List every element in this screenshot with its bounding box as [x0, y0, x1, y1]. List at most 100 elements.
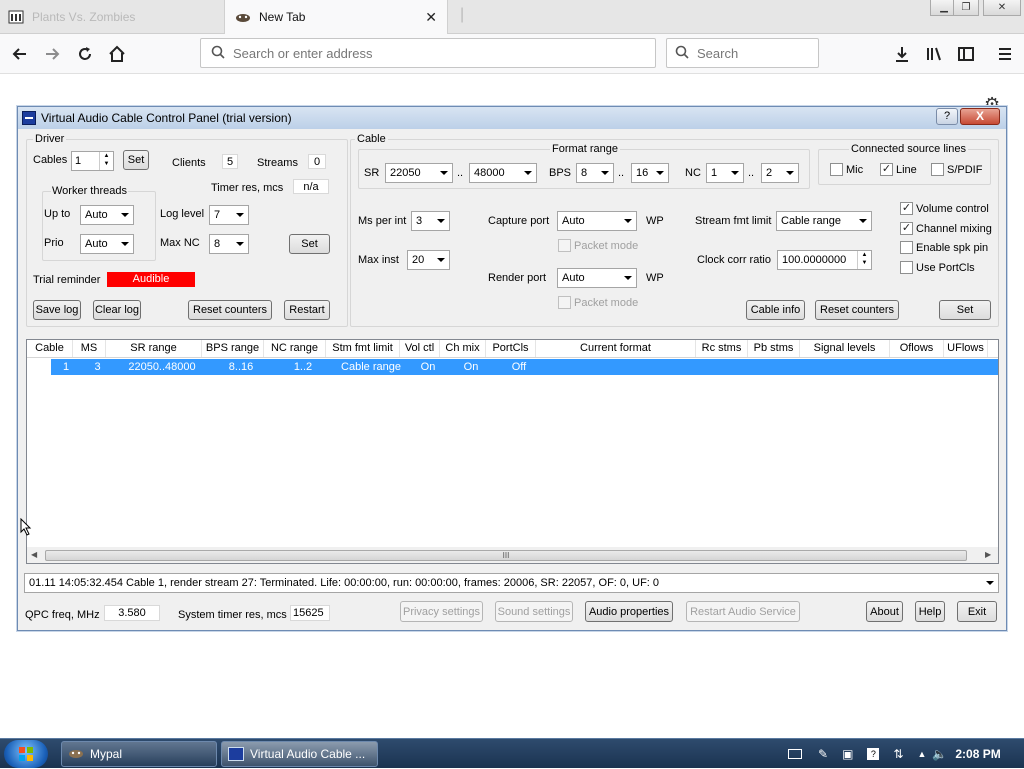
audio-properties-button[interactable]: Audio properties [585, 601, 673, 622]
sidebar-icon[interactable] [954, 42, 978, 66]
restart-button[interactable]: Restart [284, 300, 330, 320]
network-icon[interactable]: ▣ [842, 747, 853, 761]
clear-log-button[interactable]: Clear log [93, 300, 141, 320]
scrollbar-thumb[interactable]: III [45, 550, 967, 561]
help-footer-button[interactable]: Help [915, 601, 945, 622]
back-icon[interactable] [8, 42, 32, 66]
stream-fmt-limit-combo[interactable]: Cable range [776, 211, 872, 231]
sound-settings-button[interactable]: Sound settings [495, 601, 573, 622]
restart-audio-service-button[interactable]: Restart Audio Service [686, 601, 800, 622]
column-header[interactable]: Oflows [890, 340, 944, 357]
log-level-combo[interactable]: 7 [209, 205, 249, 225]
scroll-right-icon[interactable]: ▶ [985, 550, 991, 559]
trial-reminder-value[interactable]: Audible [107, 272, 195, 287]
library-icon[interactable] [922, 42, 946, 66]
column-header[interactable]: Rc stms [696, 340, 748, 357]
spinner-arrows-icon[interactable]: ▲ ▼ [857, 251, 871, 269]
sr-min-combo[interactable]: 22050 [385, 163, 453, 183]
enable-spk-pin-checkbox[interactable]: Enable spk pin [900, 241, 988, 254]
privacy-settings-button[interactable]: Privacy settings [400, 601, 483, 622]
table-row[interactable]: 1 3 22050..48000 8..16 1..2 Cable range On On Of… [51, 359, 998, 375]
render-port-combo[interactable]: Auto [557, 268, 637, 288]
tab-new-tab[interactable]: New Tab ✕ [224, 0, 448, 34]
bps-min-combo[interactable]: 8 [576, 163, 614, 183]
column-header[interactable]: Ch mix [440, 340, 486, 357]
taskbar-item-mypal[interactable]: Mypal [61, 741, 217, 767]
search-bar[interactable]: Search [666, 38, 819, 68]
ms-per-int-combo[interactable]: 3 [411, 211, 450, 231]
sr-max-combo[interactable]: 48000 [469, 163, 537, 183]
forward-icon[interactable] [40, 42, 64, 66]
cables-table[interactable]: Cable MS SR range BPS range NC range Stm fmt … [26, 339, 999, 564]
max-inst-combo[interactable]: 20 [407, 250, 450, 270]
nc-min-combo[interactable]: 1 [706, 163, 744, 183]
cables-spinner[interactable]: 1 ▲ ▼ [71, 151, 114, 171]
cable-info-button[interactable]: Cable info [746, 300, 805, 320]
log-combo[interactable]: 01.11 14:05:32.454 Cable 1, render strea… [24, 573, 999, 593]
save-log-button[interactable]: Save log [33, 300, 81, 320]
clock[interactable]: 2:08 PM [955, 747, 1000, 761]
new-tab-button[interactable]: | [460, 6, 464, 24]
capture-packet-mode-checkbox[interactable]: Packet mode [558, 239, 638, 252]
column-header[interactable]: Cable [27, 340, 73, 357]
horizontal-scrollbar[interactable]: ◀ III ▶ [27, 547, 998, 563]
cable-set-button[interactable]: Set [939, 300, 991, 320]
mic-checkbox[interactable]: Mic [830, 163, 863, 176]
volume-control-checkbox[interactable]: ✓ Volume control [900, 202, 989, 215]
cables-set-button[interactable]: Set [123, 150, 149, 170]
about-button[interactable]: About [866, 601, 903, 622]
tab-plants-vs-zombies[interactable]: Plants Vs. Zombies [0, 0, 224, 34]
start-button[interactable] [4, 740, 48, 768]
prio-combo[interactable]: Auto [80, 234, 134, 254]
render-packet-mode-checkbox[interactable]: Packet mode [558, 296, 638, 309]
chevron-down-icon[interactable] [982, 574, 998, 592]
spinner-arrows-icon[interactable]: ▲ ▼ [99, 152, 113, 170]
log-line: 01.11 14:05:32.454 Cable 1, render strea… [29, 577, 660, 589]
column-header[interactable]: Pb stms [748, 340, 800, 357]
clock-corr-spinner[interactable]: 100.0000000 ▲ ▼ [777, 250, 872, 270]
column-header[interactable]: Signal levels [800, 340, 890, 357]
help-button[interactable]: ? [936, 108, 958, 125]
window-close-button[interactable]: ✕ [983, 0, 1021, 16]
upto-combo[interactable]: Auto [80, 205, 134, 225]
keyboard-icon[interactable] [788, 749, 802, 759]
reload-icon[interactable] [73, 42, 97, 66]
cable-reset-counters-button[interactable]: Reset counters [815, 300, 899, 320]
column-header[interactable]: BPS range [202, 340, 264, 357]
pen-icon[interactable]: ✎ [818, 747, 828, 761]
close-button[interactable]: X [960, 108, 1000, 125]
column-header[interactable]: PortCls [486, 340, 536, 357]
maximize-button[interactable]: ❐ [953, 0, 979, 16]
column-header[interactable]: Vol ctl [400, 340, 440, 357]
capture-port-combo[interactable]: Auto [557, 211, 637, 231]
sync-icon[interactable]: ⇅ [893, 747, 903, 761]
reset-counters-button[interactable]: Reset counters [188, 300, 272, 320]
column-header[interactable]: Current format [536, 340, 696, 357]
column-header[interactable]: MS [73, 340, 106, 357]
column-header[interactable]: SR range [106, 340, 202, 357]
channel-mixing-checkbox[interactable]: ✓ Channel mixing [900, 222, 992, 235]
exit-button[interactable]: Exit [957, 601, 997, 622]
volume-icon[interactable]: 🔈 [932, 747, 947, 761]
bps-max-combo[interactable]: 16 [631, 163, 669, 183]
taskbar-item-vac[interactable]: Virtual Audio Cable ... [221, 741, 378, 767]
url-bar[interactable]: Search or enter address [200, 38, 656, 68]
scroll-left-icon[interactable]: ◀ [31, 550, 37, 559]
close-tab-icon[interactable]: ✕ [425, 9, 437, 26]
driver-set-button[interactable]: Set [289, 234, 330, 254]
use-portcls-checkbox[interactable]: Use PortCls [900, 261, 975, 274]
window-titlebar[interactable]: Virtual Audio Cable Control Panel (trial… [18, 107, 1006, 129]
download-icon[interactable] [890, 42, 914, 66]
nc-max-combo[interactable]: 2 [761, 163, 799, 183]
column-header[interactable]: Stm fmt limit [326, 340, 400, 357]
show-hidden-icons-icon[interactable]: ▲ [917, 749, 926, 759]
column-header[interactable]: UFlows [944, 340, 988, 357]
menu-icon[interactable] [993, 42, 1017, 66]
help-tray-icon[interactable]: ? [867, 748, 880, 760]
spdif-checkbox[interactable]: S/PDIF [931, 163, 982, 176]
table-cell: On [463, 361, 479, 373]
home-icon[interactable] [105, 42, 129, 66]
max-nc-combo[interactable]: 8 [209, 234, 249, 254]
column-header[interactable]: NC range [264, 340, 326, 357]
line-checkbox[interactable]: ✓ Line [880, 163, 917, 176]
